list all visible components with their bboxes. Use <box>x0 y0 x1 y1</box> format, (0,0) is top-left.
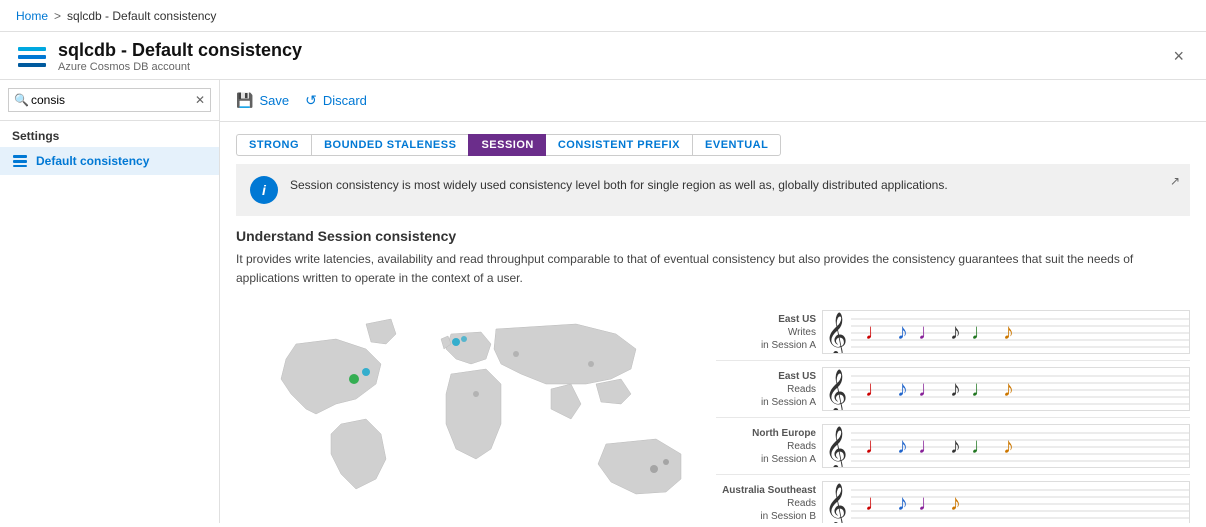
sidebar-item-default-consistency[interactable]: Default consistency <box>0 147 219 175</box>
consistency-tab-eventual[interactable]: EVENTUAL <box>692 134 781 156</box>
music-note: ♪ <box>897 492 908 514</box>
sidebar: 🔍 ✕ Settings Default consistency <box>0 80 220 523</box>
main-layout: 🔍 ✕ Settings Default consistency 💾 Save <box>0 80 1206 523</box>
music-note: ♩ <box>865 492 887 514</box>
music-note: ♪ <box>950 378 961 400</box>
music-note: ♪ <box>1003 321 1014 343</box>
page-title: sqlcdb - Default consistency <box>58 40 302 61</box>
treble-clef-icon: 𝄞 <box>825 370 847 410</box>
consistency-tab-session[interactable]: SESSION <box>468 134 545 156</box>
info-banner: i Session consistency is most widely use… <box>236 164 1190 216</box>
search-input[interactable] <box>8 88 211 112</box>
page-title-block: sqlcdb - Default consistency Azure Cosmo… <box>58 40 302 73</box>
music-note: ♪ <box>1003 378 1014 400</box>
music-note: ♪ <box>950 435 961 457</box>
music-note: ♪ <box>950 321 961 343</box>
music-note: ♩ <box>971 321 993 343</box>
sidebar-search-container: 🔍 ✕ <box>0 80 219 121</box>
music-note: ♩ <box>865 378 887 400</box>
music-notes: ♩ ♪ ♩ ♪ <box>855 482 1189 523</box>
music-rows: East USWritesin Session A𝄞♩♪♩♪♩♪East USR… <box>716 304 1190 523</box>
music-note: ♩ <box>918 492 940 514</box>
info-text: Session consistency is most widely used … <box>290 176 1176 194</box>
music-row: East USWritesin Session A𝄞 ♩ ♪ ♩ ♪ ♩ ♪ <box>716 304 1190 361</box>
music-note: ♪ <box>1003 435 1014 457</box>
music-note: ♪ <box>950 492 961 514</box>
music-row: Australia SoutheastReadsin Session B𝄞♩♪♩… <box>716 475 1190 523</box>
clear-search-button[interactable]: ✕ <box>195 93 205 107</box>
music-note: ♩ <box>918 321 940 343</box>
discard-label: Discard <box>323 93 367 108</box>
breadcrumb-sep: > <box>54 9 61 23</box>
consistency-icon <box>12 153 28 169</box>
music-notes: ♩ ♪ ♩ ♪ ♩ ♪ <box>855 311 1189 353</box>
understand-title: Understand Session consistency <box>236 228 1190 244</box>
save-button[interactable]: 💾 Save <box>236 88 289 113</box>
music-note: ♩ <box>865 321 887 343</box>
music-note: ♪ <box>897 435 908 457</box>
discard-icon: ↺ <box>305 92 317 109</box>
consistency-tab-bounded-staleness[interactable]: BOUNDED STALENESS <box>311 134 468 156</box>
sidebar-section-label: Settings <box>0 121 219 147</box>
consistency-tab-strong[interactable]: STRONG <box>236 134 311 156</box>
consistency-tabs: STRONGBOUNDED STALENESSSESSIONCONSISTENT… <box>220 122 1206 164</box>
breadcrumb-home[interactable]: Home <box>16 9 48 23</box>
world-map <box>236 304 716 523</box>
page-header: sqlcdb - Default consistency Azure Cosmo… <box>0 32 1206 80</box>
music-note: ♪ <box>897 321 908 343</box>
music-staff: 𝄞 ♩ ♪ ♩ ♪ <box>822 481 1190 523</box>
discard-button[interactable]: ↺ Discard <box>305 88 367 113</box>
header-left: sqlcdb - Default consistency Azure Cosmo… <box>16 40 302 73</box>
viz-area: East USWritesin Session A𝄞♩♪♩♪♩♪East USR… <box>220 296 1206 523</box>
music-row: East USReadsin Session A𝄞 ♩ ♪ ♩ ♪ ♩ ♪ <box>716 361 1190 418</box>
music-notes: ♩ ♪ ♩ ♪ ♩ ♪ <box>855 425 1189 467</box>
music-row-label: East USWritesin Session A <box>716 313 816 352</box>
understand-section: Understand Session consistency It provid… <box>220 228 1206 296</box>
breadcrumb-bar: Home > sqlcdb - Default consistency <box>0 0 1206 32</box>
music-row-label: North EuropeReadsin Session A <box>716 427 816 466</box>
music-row: North EuropeReadsin Session A𝄞 ♩ ♪ ♩ ♪ ♩ ♪ <box>716 418 1190 475</box>
save-icon: 💾 <box>236 92 253 109</box>
cosmos-db-icon <box>16 41 48 73</box>
music-row-label: East USReadsin Session A <box>716 370 816 409</box>
understand-text: It provides write latencies, availabilit… <box>236 250 1190 288</box>
treble-clef-icon: 𝄞 <box>825 313 847 353</box>
search-icon: 🔍 <box>14 93 29 107</box>
music-staff: 𝄞 ♩ ♪ ♩ ♪ ♩ ♪ <box>822 424 1190 468</box>
save-label: Save <box>259 93 289 108</box>
music-note: ♩ <box>971 378 993 400</box>
sidebar-item-label: Default consistency <box>36 154 149 168</box>
music-staff: 𝄞 ♩ ♪ ♩ ♪ ♩ ♪ <box>822 310 1190 354</box>
treble-clef-icon: 𝄞 <box>825 427 847 467</box>
music-row-label: Australia SoutheastReadsin Session B <box>716 484 816 523</box>
music-notes: ♩ ♪ ♩ ♪ ♩ ♪ <box>855 368 1189 410</box>
toolbar: 💾 Save ↺ Discard <box>220 80 1206 122</box>
page-subtitle: Azure Cosmos DB account <box>58 61 302 73</box>
music-note: ♩ <box>865 435 887 457</box>
music-note: ♩ <box>918 435 940 457</box>
music-note: ♪ <box>897 378 908 400</box>
breadcrumb-current: sqlcdb - Default consistency <box>67 9 216 23</box>
consistency-tab-consistent-prefix[interactable]: CONSISTENT PREFIX <box>546 134 692 156</box>
breadcrumb: Home > sqlcdb - Default consistency <box>16 9 216 23</box>
info-icon: i <box>250 176 278 204</box>
music-staff: 𝄞 ♩ ♪ ♩ ♪ ♩ ♪ <box>822 367 1190 411</box>
close-button[interactable]: × <box>1167 44 1190 69</box>
music-note: ♩ <box>971 435 993 457</box>
main-content: 💾 Save ↺ Discard STRONGBOUNDED STALENESS… <box>220 80 1206 523</box>
external-link-icon[interactable]: ↗ <box>1170 174 1180 188</box>
music-note: ♩ <box>918 378 940 400</box>
treble-clef-icon: 𝄞 <box>825 484 847 523</box>
